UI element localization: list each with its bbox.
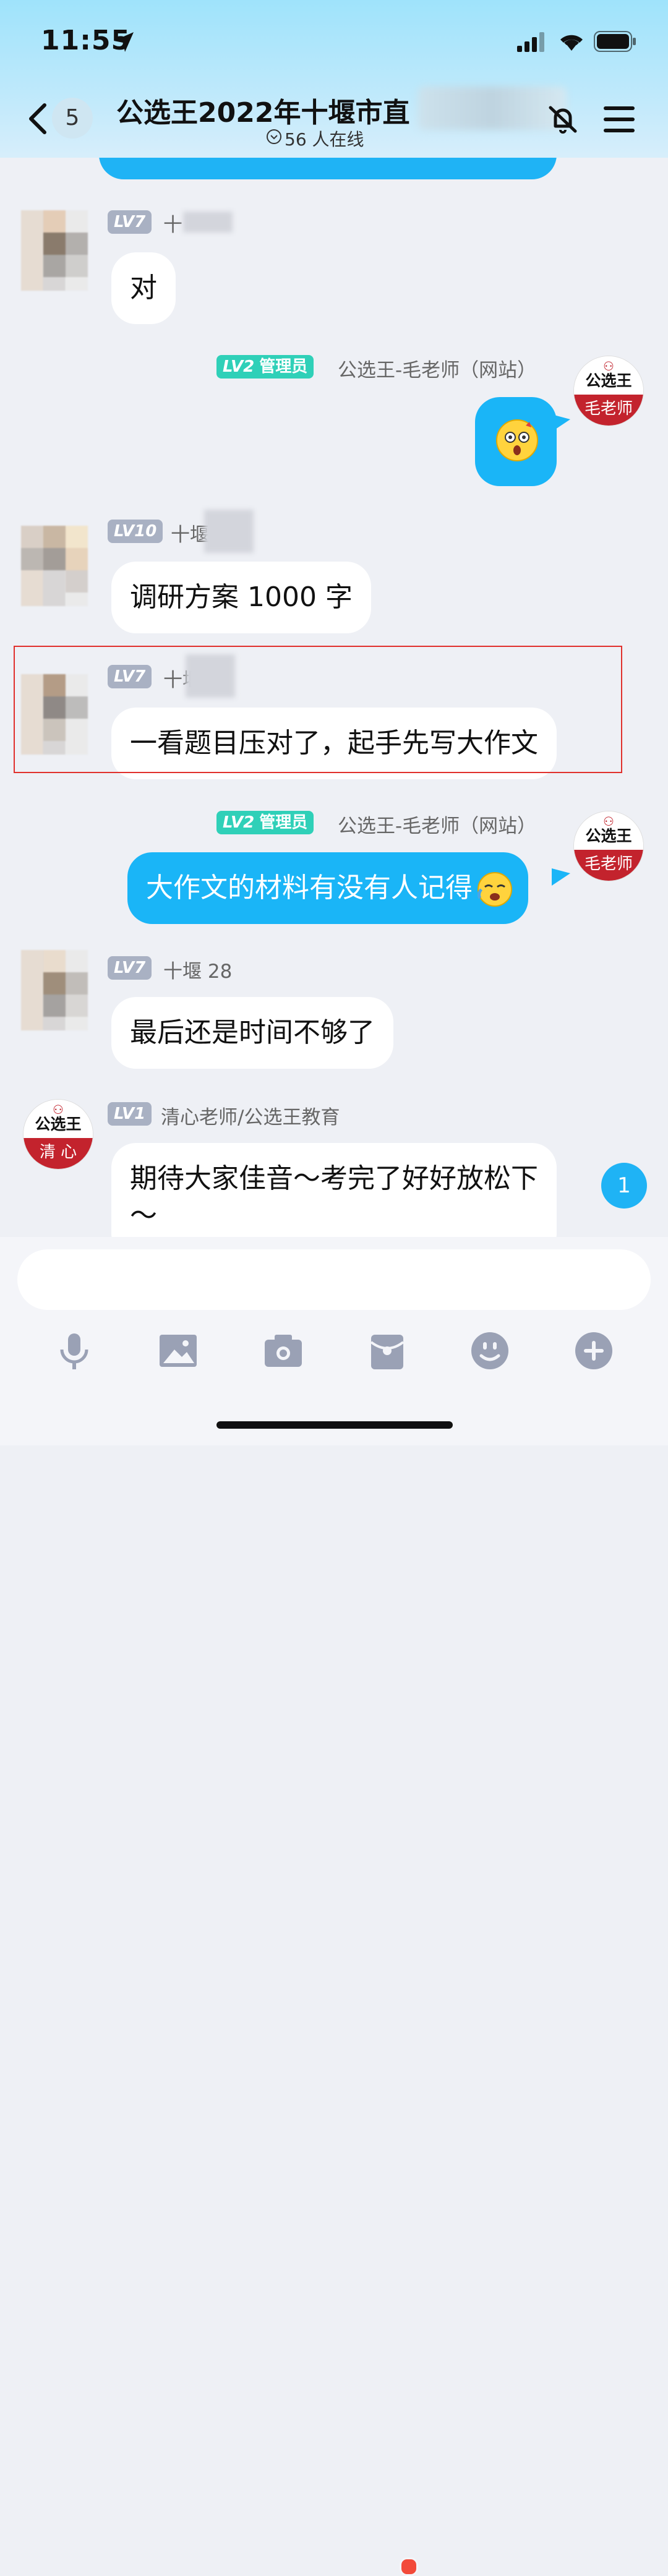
teacher-avatar[interactable]: ⚇ 公选王 清 心 <box>24 1100 93 1169</box>
sender-name[interactable]: 公选王-毛老师（网站） <box>338 810 536 838</box>
menu-icon[interactable] <box>604 105 635 134</box>
admin-badge: LV2 管理员 <box>216 355 314 379</box>
level-badge: LV7 <box>108 210 152 234</box>
message-bubble[interactable]: 大作文的材料有没有人记得 <box>127 852 528 924</box>
chat-area: LV7 十 对 LV2 管理员 公选王-毛老师（网站） ⚇ 公选王 毛老师 LV10… <box>0 0 668 1258</box>
group-title[interactable]: 公选王2022年十堰市直 <box>116 90 463 130</box>
message-bubble[interactable]: 对 <box>111 252 176 324</box>
message-bubble[interactable]: 最后还是时间不够了 <box>111 997 393 1069</box>
red-packet-icon[interactable] <box>365 1329 409 1373</box>
redacted-name <box>204 510 254 553</box>
emoji-message-bubble[interactable] <box>475 397 557 486</box>
level-badge: LV10 <box>108 520 163 543</box>
message-bubble[interactable]: 调研方案 1000 字 <box>111 562 371 633</box>
level-badge: LV7 <box>108 956 152 980</box>
admin-avatar[interactable]: ⚇ 公选王 毛老师 <box>574 356 643 426</box>
new-message-counter[interactable]: 1 <box>601 1163 647 1209</box>
bubble-tail <box>552 414 570 432</box>
composer <box>0 1237 668 2576</box>
shocked-face-icon <box>496 419 538 461</box>
sender-name[interactable]: 十堰 28 <box>163 956 232 983</box>
chat-header: 11:55 5 公选王2022年十堰市直 56 人在线 <box>0 0 668 158</box>
emoji-icon[interactable] <box>468 1329 512 1373</box>
avatar[interactable] <box>21 950 88 1030</box>
unread-count-badge[interactable]: 5 <box>52 98 93 139</box>
sender-name[interactable]: 公选王-毛老师（网站） <box>338 354 536 382</box>
sender-name[interactable]: 十 <box>163 209 182 237</box>
admin-avatar[interactable]: ⚇ 公选王 毛老师 <box>574 811 643 881</box>
back-arrow-icon[interactable] <box>26 100 51 137</box>
admin-badge: LV2 管理员 <box>216 811 314 834</box>
wifi-icon <box>560 35 583 51</box>
bubble-tail <box>552 868 570 886</box>
avatar[interactable] <box>21 526 88 606</box>
cellular-signal-icon <box>517 32 544 52</box>
camera-icon[interactable] <box>261 1329 306 1373</box>
muted-bell-icon[interactable] <box>544 100 581 137</box>
location-arrow-icon <box>114 32 134 52</box>
status-bar: 11:55 <box>0 0 668 80</box>
plus-icon[interactable] <box>572 1329 616 1373</box>
crying-face-icon <box>477 872 512 907</box>
chevron-circle-icon <box>267 129 281 144</box>
nav-bar: 5 公选王2022年十堰市直 56 人在线 <box>0 87 668 155</box>
level-badge: LV1 <box>108 1102 152 1126</box>
home-indicator[interactable] <box>216 1421 453 1429</box>
sender-name[interactable]: 十堰 <box>171 519 209 547</box>
highlight-box <box>14 646 622 773</box>
image-icon[interactable] <box>156 1329 200 1373</box>
message-input[interactable] <box>17 1249 651 1310</box>
avatar[interactable] <box>21 210 88 291</box>
notification-dot <box>400 2557 418 2576</box>
battery-icon <box>594 31 636 52</box>
redacted-name <box>183 212 233 233</box>
sender-name[interactable]: 清心老师/公选王教育 <box>161 1102 340 1129</box>
online-count[interactable]: 56 人在线 <box>267 126 364 151</box>
mic-icon[interactable] <box>52 1329 96 1373</box>
